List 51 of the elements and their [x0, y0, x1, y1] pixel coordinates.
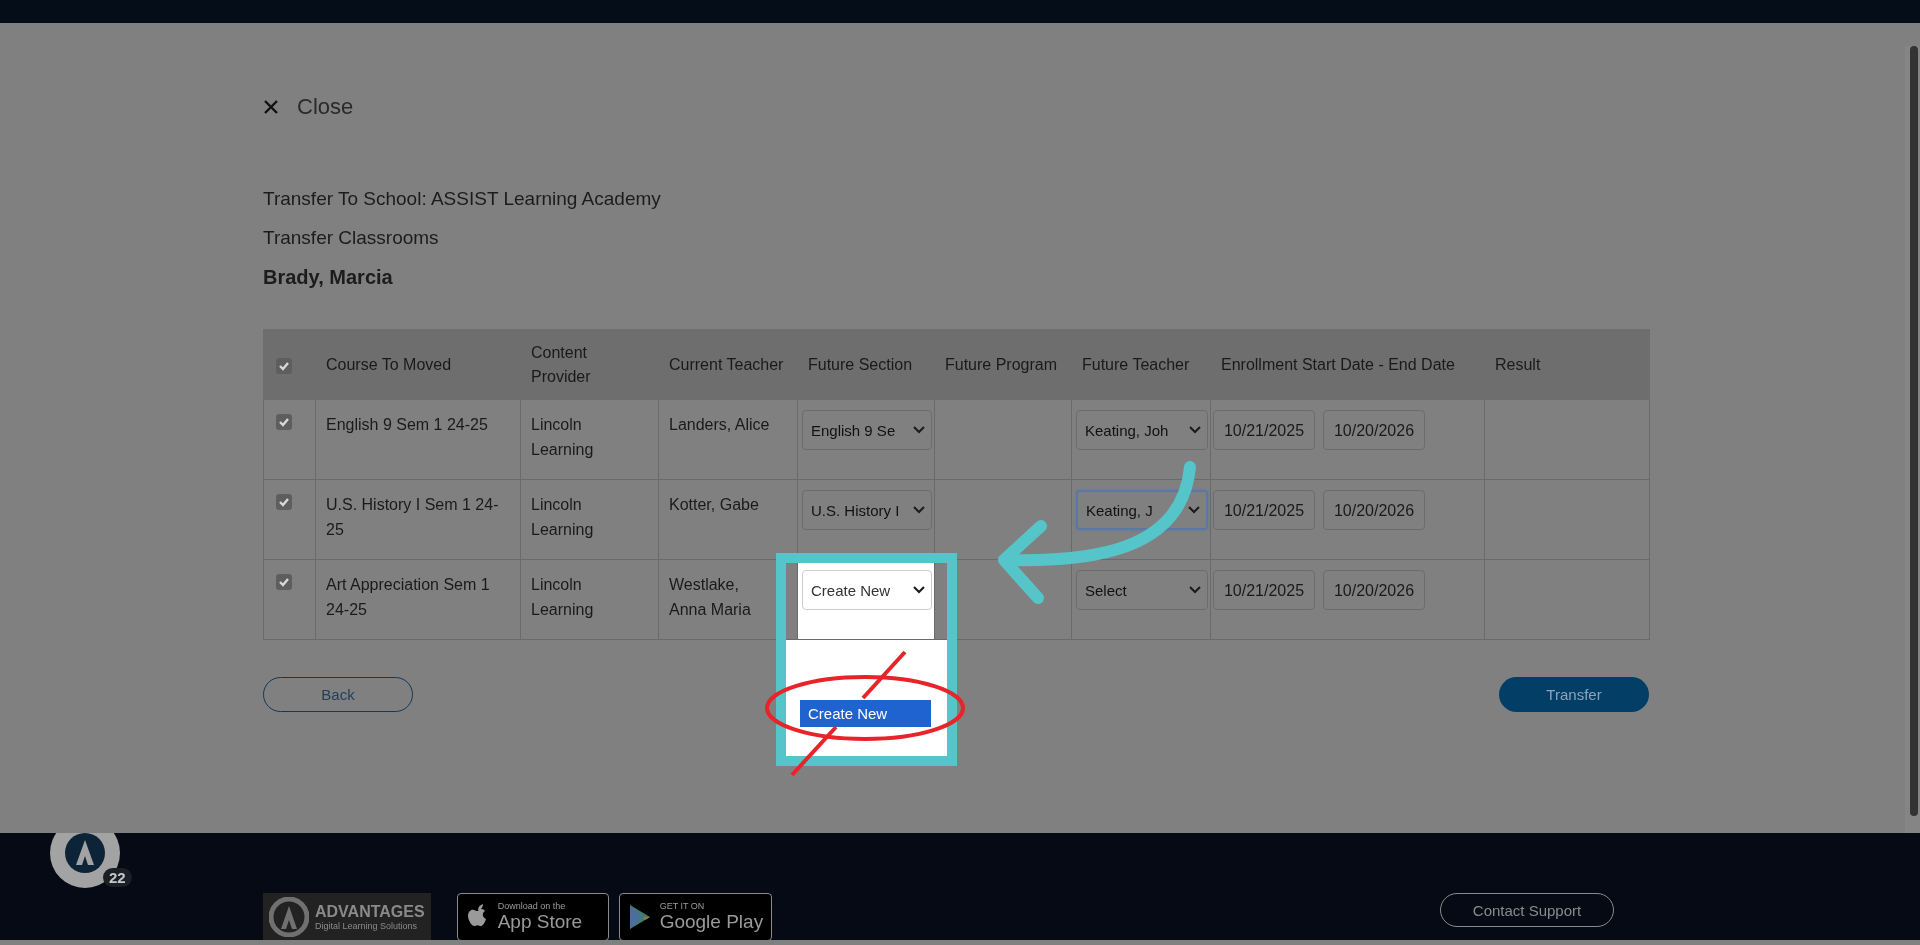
- transfer-button[interactable]: Transfer: [1499, 677, 1649, 712]
- future-teacher-select[interactable]: Select: [1076, 570, 1208, 610]
- scrollbar-thumb[interactable]: [1910, 46, 1918, 816]
- chevron-icon: [1189, 586, 1201, 594]
- chevron-icon: [913, 586, 925, 594]
- table-cell: U.S. History I Sem 1 24-25: [326, 496, 499, 538]
- future-teacher-select[interactable]: Keating, Joh: [1076, 410, 1208, 450]
- table-cell: Westlake, Anna Maria: [669, 576, 751, 618]
- table-cell: Lincoln Learning: [531, 496, 594, 538]
- transfer-school-title: Transfer To School: ASSIST Learning Academy: [263, 188, 661, 209]
- future-section-select[interactable]: Create New: [802, 570, 932, 610]
- google-play-badge[interactable]: GET IT ON Google Play: [618, 893, 773, 940]
- column-header: Course To Moved: [326, 355, 452, 373]
- start-date-field[interactable]: 10/21/2025: [1213, 570, 1315, 610]
- column-header: Future Program: [945, 355, 1058, 373]
- app-store-badge[interactable]: Download on the App Store: [456, 893, 609, 940]
- column-header: Current Teacher: [669, 355, 784, 373]
- future-section-select[interactable]: U.S. History I: [802, 490, 932, 530]
- play-icon: [627, 904, 652, 930]
- column-header: Future Section: [808, 355, 913, 373]
- column-header: Enrollment Start Date - End Date: [1221, 355, 1455, 373]
- count-badge: 22: [103, 868, 132, 887]
- brand-logo[interactable]: ADVANTAGES Digital Learning Solutions: [263, 893, 431, 940]
- close-button[interactable]: Close: [263, 94, 354, 120]
- close-icon: [263, 99, 279, 115]
- chevron-icon: [1189, 426, 1201, 434]
- future-section-select[interactable]: English 9 Se: [802, 410, 932, 450]
- dropdown-option[interactable]: Create New: [800, 700, 931, 727]
- table-cell: Art Appreciation Sem 1 24-25: [326, 576, 490, 618]
- start-date-field[interactable]: 10/21/2025: [1213, 490, 1315, 530]
- table-cell: Lincoln Learning: [531, 576, 594, 618]
- checkbox[interactable]: [276, 494, 292, 510]
- table-cell: Landers, Alice: [669, 416, 770, 433]
- checkbox[interactable]: [276, 357, 292, 374]
- checkbox[interactable]: [276, 574, 292, 590]
- end-date-field[interactable]: 10/20/2026: [1323, 570, 1425, 610]
- end-date-field[interactable]: 10/20/2026: [1323, 490, 1425, 530]
- table-cell: Kotter, Gabe: [669, 496, 759, 513]
- column-header: Content Provider: [531, 343, 591, 385]
- student-name: Brady, Marcia: [263, 266, 393, 288]
- chevron-icon: [913, 426, 925, 434]
- end-date-field[interactable]: 10/20/2026: [1323, 410, 1425, 450]
- table-cell: Lincoln Learning: [531, 416, 594, 458]
- transfer-subtitle: Transfer Classrooms: [263, 227, 439, 248]
- column-header: Result: [1495, 355, 1541, 373]
- chevron-icon: [1188, 506, 1200, 514]
- chevron-icon: [913, 506, 925, 514]
- checkbox[interactable]: [276, 414, 292, 430]
- table-cell: English 9 Sem 1 24-25: [326, 416, 488, 433]
- start-date-field[interactable]: 10/21/2025: [1213, 410, 1315, 450]
- column-header: Future Teacher: [1082, 355, 1190, 373]
